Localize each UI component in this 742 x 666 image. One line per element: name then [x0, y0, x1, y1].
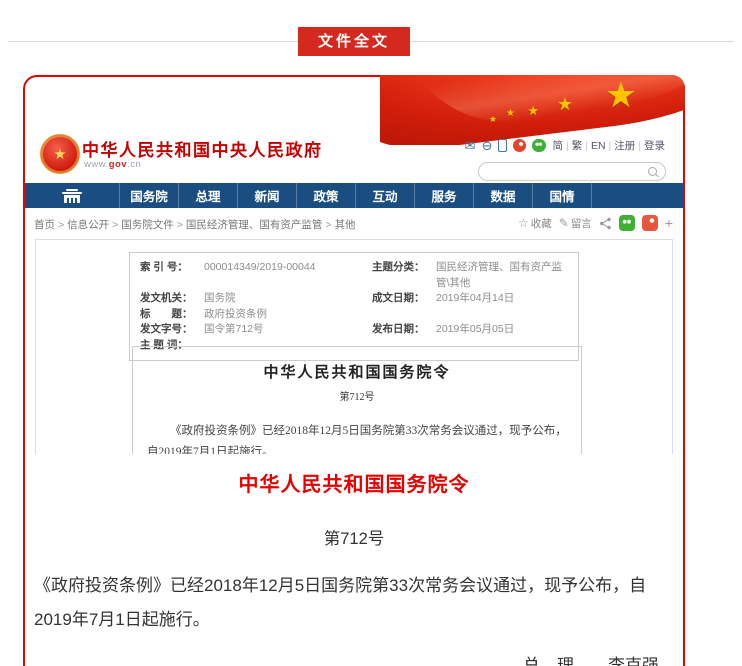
emblem-star-icon: ★ — [53, 147, 66, 162]
register-link[interactable]: 注册 — [614, 140, 635, 152]
weibo-share-icon[interactable] — [642, 215, 658, 231]
fulltext-number: 第712号 — [25, 525, 683, 549]
link-divider: | — [585, 140, 588, 152]
lang-simplified-link[interactable]: 简 — [552, 140, 563, 152]
breadcrumb-separator: > — [177, 219, 183, 231]
link-divider: | — [566, 140, 569, 152]
lang-english-link[interactable]: EN — [591, 140, 606, 152]
url-highlight: gov — [109, 159, 127, 170]
url-suffix: .cn — [127, 159, 141, 170]
breadcrumb-documents[interactable]: 国务院文件 — [121, 219, 174, 231]
breadcrumb-separator: > — [112, 219, 118, 231]
section-title-badge: 文件全文 — [298, 27, 410, 56]
meta-row: 索 引 号：000014349/2019-00044 主题分类：国民经济管理、国… — [140, 260, 568, 291]
share-icon[interactable] — [599, 217, 612, 230]
breadcrumb: 首页>信息公开>国务院文件>国民经济管理、国有资产监管>其他 — [34, 217, 356, 232]
nav-item-policy[interactable]: 政策 — [296, 183, 355, 208]
document-panel: 索 引 号：000014349/2019-00044 主题分类：国民经济管理、国… — [35, 239, 673, 454]
meta-row: 标 题：政府投资条例 — [140, 307, 568, 323]
search-box — [478, 162, 666, 181]
pencil-icon: ✎ — [559, 217, 569, 229]
breadcrumb-home[interactable]: 首页 — [34, 219, 55, 231]
page-tools: ☆收藏 ✎留言 + — [518, 215, 673, 231]
search-icon[interactable] — [648, 167, 657, 176]
decree-preview-number: 第712号 — [147, 388, 567, 403]
meta-value-topic-category: 国民经济管理、国有资产监管\其他 — [436, 260, 568, 291]
meta-value-document-number: 国令第712号 — [204, 322, 264, 338]
breadcrumb-bar: 首页>信息公开>国务院文件>国民经济管理、国有资产监管>其他 ☆收藏 ✎留言 + — [25, 208, 683, 238]
header-utility-row: ✉ ⊖ 简|繁|EN|注册|登录 — [465, 138, 665, 153]
favorite-button[interactable]: ☆收藏 — [518, 216, 552, 231]
url-prefix: www. — [84, 159, 109, 170]
meta-label: 发布日期： — [372, 322, 436, 338]
meta-row: 发文字号：国令第712号 发布日期：2019年05月05日 — [140, 322, 568, 338]
circle-minus-icon[interactable]: ⊖ — [482, 139, 493, 152]
home-tiananmen-icon — [59, 189, 85, 203]
badge-container: 文件全文 — [23, 27, 685, 56]
breadcrumb-category[interactable]: 国民经济管理、国有资产监管 — [186, 219, 323, 231]
meta-value-issuing-agency: 国务院 — [204, 291, 236, 307]
meta-label: 发文机关： — [140, 291, 204, 307]
mail-icon[interactable]: ✉ — [465, 139, 476, 152]
more-share-button[interactable]: + — [665, 215, 673, 231]
comment-button[interactable]: ✎留言 — [559, 216, 592, 231]
meta-label: 索 引 号： — [140, 260, 204, 291]
weibo-icon[interactable] — [513, 139, 526, 152]
nav-item-premier[interactable]: 总理 — [178, 183, 237, 208]
meta-row: 发文机关：国务院 成文日期：2019年04月14日 — [140, 291, 568, 307]
fulltext-title: 中华人民共和国国务院令 — [25, 468, 683, 497]
meta-label: 主题分类： — [372, 260, 436, 291]
favorite-label: 收藏 — [531, 216, 552, 231]
decree-preview-title: 中华人民共和国国务院令 — [147, 361, 567, 382]
meta-label — [372, 307, 436, 323]
meta-label: 发文字号： — [140, 322, 204, 338]
page: 文件全文 ★ ★ ★ ★ ★ ★ 中华人民共和国中央人民政府 www.gov.c… — [0, 0, 742, 666]
decree-preview-box: 中华人民共和国国务院令 第712号 《政府投资条例》已经2018年12月5日国务… — [132, 346, 582, 454]
favorite-star-icon: ☆ — [518, 217, 529, 229]
wechat-icon[interactable] — [532, 139, 546, 152]
mobile-icon[interactable] — [498, 139, 507, 152]
govcn-screenshot: ★ 中华人民共和国中央人民政府 www.gov.cn ✉ ⊖ 简|繁|EN|注册… — [25, 77, 683, 454]
document-metadata-table: 索 引 号：000014349/2019-00044 主题分类：国民经济管理、国… — [129, 252, 579, 361]
breadcrumb-separator: > — [325, 219, 331, 231]
meta-value-publish-date: 2019年05月05日 — [436, 322, 514, 338]
nav-item-state-council[interactable]: 国务院 — [119, 183, 178, 208]
meta-value-index-number: 000014349/2019-00044 — [204, 260, 316, 291]
comment-label: 留言 — [571, 216, 592, 231]
nav-item-data[interactable]: 数据 — [473, 183, 532, 208]
nav-item-national[interactable]: 国情 — [532, 183, 591, 208]
site-title: 中华人民共和国中央人民政府 — [82, 136, 323, 161]
site-url: www.gov.cn — [84, 159, 141, 170]
meta-label: 成文日期： — [372, 291, 436, 307]
national-emblem-logo[interactable]: ★ — [40, 134, 80, 174]
lang-traditional-link[interactable]: 繁 — [572, 140, 583, 152]
nav-item-interaction[interactable]: 互动 — [355, 183, 414, 208]
link-divider: | — [638, 140, 641, 152]
nav-item-news[interactable]: 新闻 — [237, 183, 296, 208]
meta-value-written-date: 2019年04月14日 — [436, 291, 514, 307]
decree-preview-body: 《政府投资条例》已经2018年12月5日国务院第33次常务会议通过，现予公布，自… — [147, 421, 567, 454]
breadcrumb-separator: > — [58, 219, 64, 231]
breadcrumb-info-disclosure[interactable]: 信息公开 — [67, 219, 109, 231]
search-input[interactable] — [487, 164, 641, 179]
fulltext-section: 中华人民共和国国务院令 第712号 《政府投资条例》已经2018年12月5日国务… — [25, 457, 683, 666]
main-navigation: 国务院 总理 新闻 政策 互动 服务 数据 国情 — [25, 183, 683, 208]
nav-filler — [591, 183, 683, 208]
login-link[interactable]: 登录 — [644, 140, 665, 152]
meta-label: 标 题： — [140, 307, 204, 323]
nav-home-item[interactable] — [25, 183, 119, 208]
nav-item-services[interactable]: 服务 — [414, 183, 473, 208]
meta-value-title: 政府投资条例 — [204, 307, 267, 323]
govcn-header: ★ 中华人民共和国中央人民政府 www.gov.cn ✉ ⊖ 简|繁|EN|注册… — [25, 132, 683, 184]
fulltext-body: 《政府投资条例》已经2018年12月5日国务院第33次常务会议通过，现予公布，自… — [34, 569, 677, 637]
lang-links: 简|繁|EN|注册|登录 — [552, 138, 665, 153]
wechat-share-icon[interactable] — [619, 215, 635, 231]
fulltext-signature: 总 理 李克强 — [25, 651, 683, 666]
link-divider: | — [609, 140, 612, 152]
document-card: ★ ★ ★ ★ ★ ★ 中华人民共和国中央人民政府 www.gov.cn ✉ ⊖ — [23, 75, 685, 666]
breadcrumb-other[interactable]: 其他 — [335, 219, 356, 231]
